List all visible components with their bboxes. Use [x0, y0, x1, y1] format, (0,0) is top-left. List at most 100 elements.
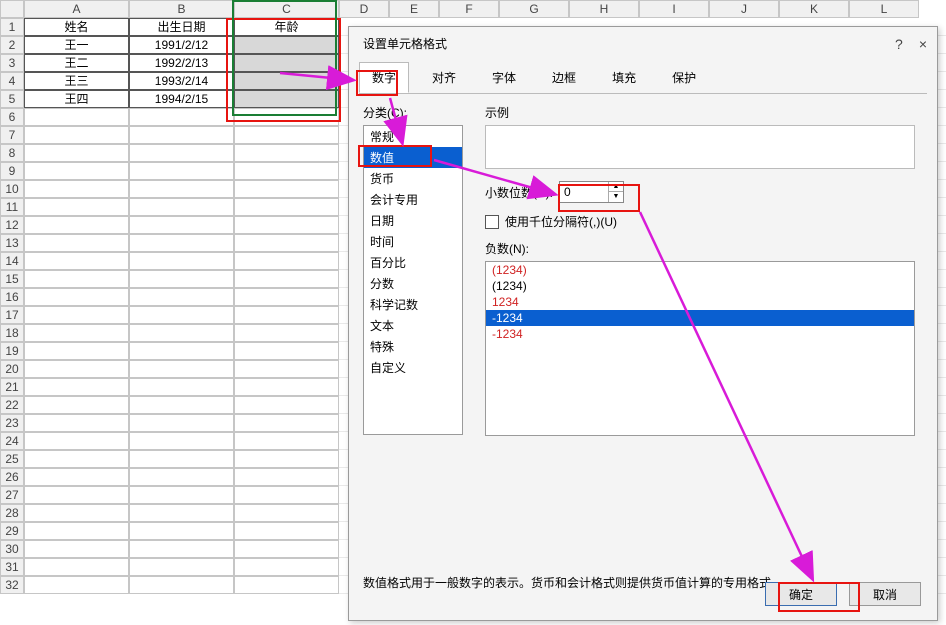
row-header-9[interactable]: 9	[0, 162, 24, 180]
row-header-25[interactable]: 25	[0, 450, 24, 468]
cell[interactable]	[24, 180, 129, 198]
cell[interactable]	[234, 72, 339, 90]
cell[interactable]	[24, 522, 129, 540]
cell[interactable]: 1992/2/13	[129, 54, 234, 72]
col-header-J[interactable]: J	[709, 0, 779, 18]
cell[interactable]	[24, 198, 129, 216]
cell[interactable]	[24, 126, 129, 144]
cell[interactable]	[129, 486, 234, 504]
spinner-up-icon[interactable]: ▲	[609, 182, 623, 192]
cell[interactable]	[234, 252, 339, 270]
row-header-31[interactable]: 31	[0, 558, 24, 576]
tab-protect[interactable]: 保护	[659, 62, 709, 93]
category-item[interactable]: 数值	[364, 147, 462, 168]
col-header-F[interactable]: F	[439, 0, 499, 18]
row-header-27[interactable]: 27	[0, 486, 24, 504]
col-header-L[interactable]: L	[849, 0, 919, 18]
row-header-10[interactable]: 10	[0, 180, 24, 198]
cell[interactable]	[234, 36, 339, 54]
cell[interactable]	[234, 558, 339, 576]
cell[interactable]	[24, 306, 129, 324]
negative-format-item[interactable]: -1234	[486, 310, 914, 326]
category-item[interactable]: 分数	[364, 273, 462, 294]
cell[interactable]	[129, 342, 234, 360]
row-header-30[interactable]: 30	[0, 540, 24, 558]
category-item[interactable]: 自定义	[364, 357, 462, 378]
row-header-21[interactable]: 21	[0, 378, 24, 396]
cell[interactable]	[129, 522, 234, 540]
col-header-G[interactable]: G	[499, 0, 569, 18]
negative-format-item[interactable]: 1234	[486, 294, 914, 310]
cell[interactable]	[234, 180, 339, 198]
category-item[interactable]: 货币	[364, 168, 462, 189]
cell[interactable]	[234, 216, 339, 234]
corner-cell[interactable]	[0, 0, 24, 18]
cell[interactable]	[234, 522, 339, 540]
row-header-5[interactable]: 5	[0, 90, 24, 108]
cell[interactable]	[234, 450, 339, 468]
row-header-17[interactable]: 17	[0, 306, 24, 324]
cell[interactable]	[24, 396, 129, 414]
help-icon[interactable]: ?	[895, 36, 903, 52]
cell[interactable]	[129, 396, 234, 414]
cell[interactable]	[24, 216, 129, 234]
negative-format-item[interactable]: -1234	[486, 326, 914, 342]
cell[interactable]	[234, 288, 339, 306]
thousand-separator-row[interactable]: 使用千位分隔符(,)(U)	[485, 213, 915, 230]
row-header-13[interactable]: 13	[0, 234, 24, 252]
category-item[interactable]: 常规	[364, 126, 462, 147]
cell[interactable]	[234, 90, 339, 108]
cell[interactable]	[24, 576, 129, 594]
cell[interactable]	[234, 342, 339, 360]
row-header-29[interactable]: 29	[0, 522, 24, 540]
row-header-16[interactable]: 16	[0, 288, 24, 306]
cell[interactable]	[129, 414, 234, 432]
cell[interactable]	[234, 144, 339, 162]
cell[interactable]	[234, 414, 339, 432]
cell[interactable]: 王二	[24, 54, 129, 72]
cell[interactable]: 年龄	[234, 18, 339, 36]
cell[interactable]	[129, 198, 234, 216]
cell[interactable]	[129, 306, 234, 324]
row-header-19[interactable]: 19	[0, 342, 24, 360]
row-header-24[interactable]: 24	[0, 432, 24, 450]
cell[interactable]	[234, 270, 339, 288]
cell[interactable]	[234, 360, 339, 378]
category-item[interactable]: 文本	[364, 315, 462, 336]
tab-border[interactable]: 边框	[539, 62, 589, 93]
negative-format-item[interactable]: (1234)	[486, 278, 914, 294]
cell[interactable]	[234, 540, 339, 558]
cell[interactable]	[24, 324, 129, 342]
cell[interactable]	[234, 576, 339, 594]
category-item[interactable]: 特殊	[364, 336, 462, 357]
cell[interactable]	[129, 558, 234, 576]
decimal-places-spinner[interactable]: ▲ ▼	[559, 181, 624, 203]
cell[interactable]	[129, 144, 234, 162]
cell[interactable]	[234, 468, 339, 486]
cell[interactable]	[24, 162, 129, 180]
spinner-down-icon[interactable]: ▼	[609, 192, 623, 202]
cell[interactable]	[234, 126, 339, 144]
cell[interactable]	[234, 162, 339, 180]
cell[interactable]	[24, 450, 129, 468]
cell[interactable]	[234, 504, 339, 522]
col-header-B[interactable]: B	[129, 0, 234, 18]
cell[interactable]: 1994/2/15	[129, 90, 234, 108]
cancel-button[interactable]: 取消	[849, 582, 921, 606]
col-header-H[interactable]: H	[569, 0, 639, 18]
row-header-3[interactable]: 3	[0, 54, 24, 72]
col-header-K[interactable]: K	[779, 0, 849, 18]
cell[interactable]	[24, 144, 129, 162]
col-header-D[interactable]: D	[339, 0, 389, 18]
cell[interactable]	[24, 252, 129, 270]
cell[interactable]	[234, 324, 339, 342]
cell[interactable]	[129, 216, 234, 234]
row-header-18[interactable]: 18	[0, 324, 24, 342]
cell[interactable]	[129, 234, 234, 252]
cell[interactable]	[129, 576, 234, 594]
cell[interactable]	[129, 108, 234, 126]
cell[interactable]	[234, 198, 339, 216]
row-header-22[interactable]: 22	[0, 396, 24, 414]
cell[interactable]: 王四	[24, 90, 129, 108]
cell[interactable]	[129, 360, 234, 378]
